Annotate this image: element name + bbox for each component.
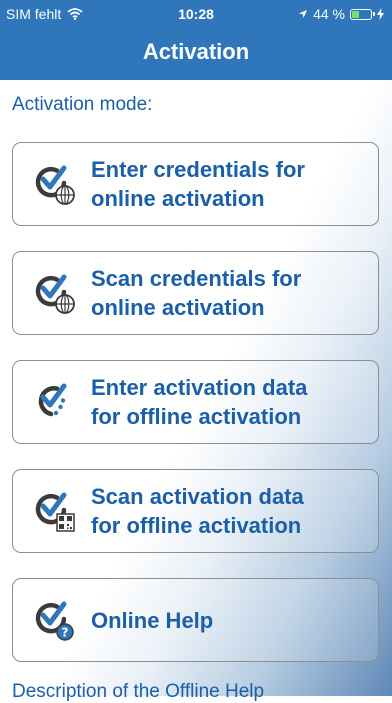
battery-percent: 44 %	[313, 6, 345, 22]
charging-bolt-icon	[377, 8, 384, 20]
location-arrow-icon	[299, 10, 308, 18]
button-label: Scan credentials for online activation	[91, 266, 302, 320]
svg-text:?: ?	[62, 626, 69, 640]
checkmark-globe-icon	[35, 274, 75, 314]
battery-level	[352, 10, 359, 18]
battery-icon	[350, 8, 375, 20]
checkmark-dots-icon	[38, 383, 67, 417]
scan-credentials-online-button[interactable]: Scan credentials for online activation	[12, 251, 379, 335]
online-help-button[interactable]: ? Online Help	[12, 578, 379, 662]
button-label: Enter credentials for online activation	[91, 157, 305, 211]
button-label: Enter activation data for offline activa…	[91, 375, 308, 429]
checkmark-help-icon: ?	[35, 601, 74, 641]
navigation-bar: Activation	[0, 28, 392, 80]
button-label: Online Help	[91, 607, 214, 633]
activation-mode-label: Activation mode:	[12, 94, 153, 115]
scan-activation-data-offline-button[interactable]: Scan activation data for offline activat…	[12, 469, 379, 553]
enter-credentials-online-button[interactable]: Enter credentials for online activation	[12, 142, 379, 226]
button-label: Scan activation data for offline activat…	[91, 484, 304, 538]
enter-activation-data-offline-button[interactable]: Enter activation data for offline activa…	[12, 360, 379, 444]
checkmark-globe-icon	[35, 165, 75, 205]
checkmark-qr-icon	[35, 492, 75, 532]
offline-help-description-link[interactable]: Description of the Offline Help	[12, 681, 264, 703]
status-right: 44 %	[298, 6, 384, 22]
page-title: Activation	[142, 39, 250, 64]
status-bar: SIM fehlt 10:28 44 %	[0, 0, 392, 28]
